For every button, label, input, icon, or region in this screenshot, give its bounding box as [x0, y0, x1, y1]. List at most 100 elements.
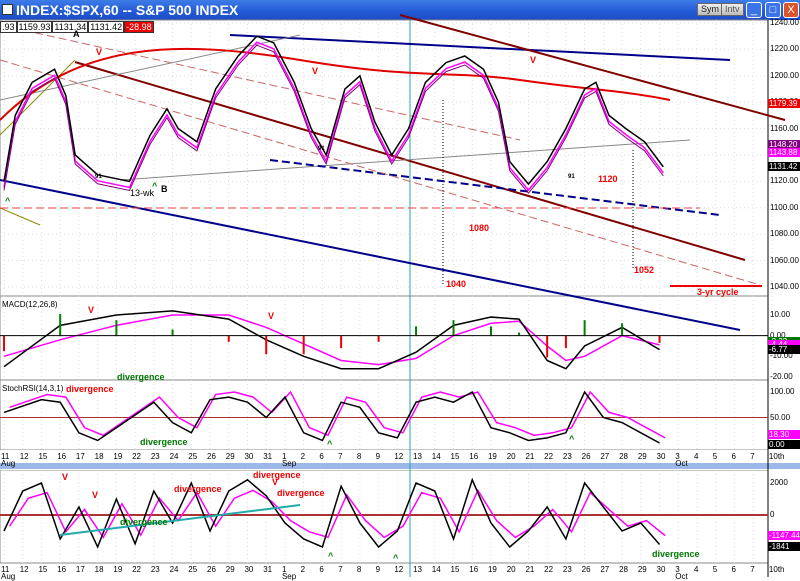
date-tick: 6 [731, 565, 736, 574]
label-v: V [272, 477, 279, 487]
date-tick: 29 [225, 565, 235, 574]
label-91: 91 [568, 174, 575, 180]
macd-tick: -20.00 [770, 372, 793, 381]
date-tick: 10th [768, 565, 785, 574]
value-high: 1159.93 [16, 21, 53, 33]
stoch-value-badge: 0.00 [768, 440, 800, 449]
price-tick: 1240.00 [770, 18, 799, 27]
macd-histogram-bar [340, 335, 343, 349]
label-3yr-cycle: 3-yr cycle [697, 287, 739, 297]
date-tick: 31 [263, 565, 273, 574]
up-arrow: ^ [569, 434, 575, 444]
macd-histogram-bar [59, 313, 62, 336]
date-tick: 10th [768, 452, 785, 461]
date-tick: 15 [450, 565, 460, 574]
date-tick: 8 [356, 452, 362, 461]
macd-histogram-bar [3, 335, 5, 352]
up-arrow: ^ [5, 196, 11, 206]
label-divergence: divergence [174, 484, 222, 494]
date-tick: 13 [413, 565, 422, 574]
date-tick: 21 [525, 452, 535, 461]
date-tick: 19 [487, 565, 497, 574]
date-tick: 20 [506, 565, 516, 574]
red-ma-value-badge: 1179.39 [768, 99, 800, 108]
label-divergence: divergence [120, 517, 168, 527]
date-tick: 7 [338, 565, 343, 574]
date-tick: 29 [225, 452, 235, 461]
macd-histogram-bar [377, 335, 380, 342]
up-arrow: ^ [393, 553, 399, 563]
date-tick: 22 [544, 565, 554, 574]
label-1080: 1080 [469, 223, 490, 233]
date-tick: 15 [450, 452, 460, 461]
date-tick: 25 [188, 452, 198, 461]
osc-value-badge: -1841 [768, 542, 800, 551]
date-tick: 7 [750, 452, 755, 461]
panel-1 [0, 295, 769, 381]
date-tick: 19 [113, 452, 123, 461]
date-tick: 20 [506, 452, 516, 461]
macd-histogram-bar [302, 335, 305, 355]
value-close: 1131.42 [88, 21, 125, 33]
date-tick: 27 [600, 565, 610, 574]
date-tick: 31 [263, 452, 273, 461]
price-tick: 1160.00 [770, 123, 799, 133]
date-tick: 23 [150, 452, 160, 461]
macd-histogram-bar [227, 335, 230, 342]
date-tick: 17 [75, 565, 85, 574]
macd-histogram-bar [115, 320, 118, 336]
close-value-badge: 1131.42 [768, 162, 800, 172]
label-1040: 1040 [446, 279, 467, 289]
date-tick: 21 [525, 565, 535, 574]
date-tick: 19 [487, 452, 497, 461]
macd-histogram-bar [546, 335, 549, 358]
date-tick: 30 [656, 452, 666, 461]
date-tick: 12 [19, 565, 29, 574]
macd-histogram-bar [621, 323, 624, 336]
macd-histogram-bar [658, 335, 661, 343]
price-tick: 1200.00 [770, 70, 799, 80]
date-tick: 29 [637, 452, 647, 461]
date-tick: 27 [600, 452, 610, 461]
date-tick: 7 [338, 452, 343, 461]
price-tick: 1120.00 [770, 176, 799, 186]
stoch-tick: 100.00 [770, 387, 795, 396]
stoch-tick: 50.00 [770, 412, 791, 422]
label-v: V [312, 66, 319, 76]
osc-tick: 0 [770, 510, 775, 519]
date-tick: 18 [94, 565, 104, 574]
date-tick: 26 [207, 565, 216, 574]
stoch-signal-badge: 18.30 [768, 430, 800, 439]
macd-histogram-bar [415, 326, 418, 336]
date-tick: 28 [619, 452, 628, 461]
label-91: 91 [95, 174, 102, 180]
date-tick: 28 [619, 565, 628, 574]
date-tick: 16 [57, 452, 67, 461]
date-tick: 17 [75, 452, 85, 461]
price-tick: 1080.00 [770, 229, 799, 239]
date-tick: 16 [469, 565, 479, 574]
price-tick: 1100.00 [770, 202, 799, 212]
date-tick: 2 [300, 565, 306, 574]
date-tick: 14 [431, 565, 441, 574]
macd-histogram-bar [583, 320, 586, 336]
date-tick: 24 [169, 452, 179, 461]
date-tick: 6 [731, 452, 736, 461]
label-v: V [62, 472, 69, 482]
date-tick: 5 [712, 565, 718, 574]
value-open: .93 [0, 21, 17, 33]
date-tick: 5 [712, 452, 718, 461]
chart-canvas [0, 14, 800, 577]
month-label: Aug [1, 459, 16, 468]
stoch-title: StochRSI(14,3,1) [2, 384, 64, 393]
price-tick: 1040.00 [770, 282, 799, 291]
label-1052: 1052 [634, 265, 655, 275]
date-tick: 23 [150, 565, 160, 574]
label-v: V [92, 490, 99, 500]
macd-title: MACD(12,26,8) [2, 300, 58, 309]
date-tick: 26 [581, 565, 591, 574]
date-tick: 6 [319, 452, 324, 461]
date-tick: 12 [19, 452, 29, 461]
macd-histogram-bar [452, 320, 455, 336]
label-divergence: divergence [66, 384, 114, 394]
